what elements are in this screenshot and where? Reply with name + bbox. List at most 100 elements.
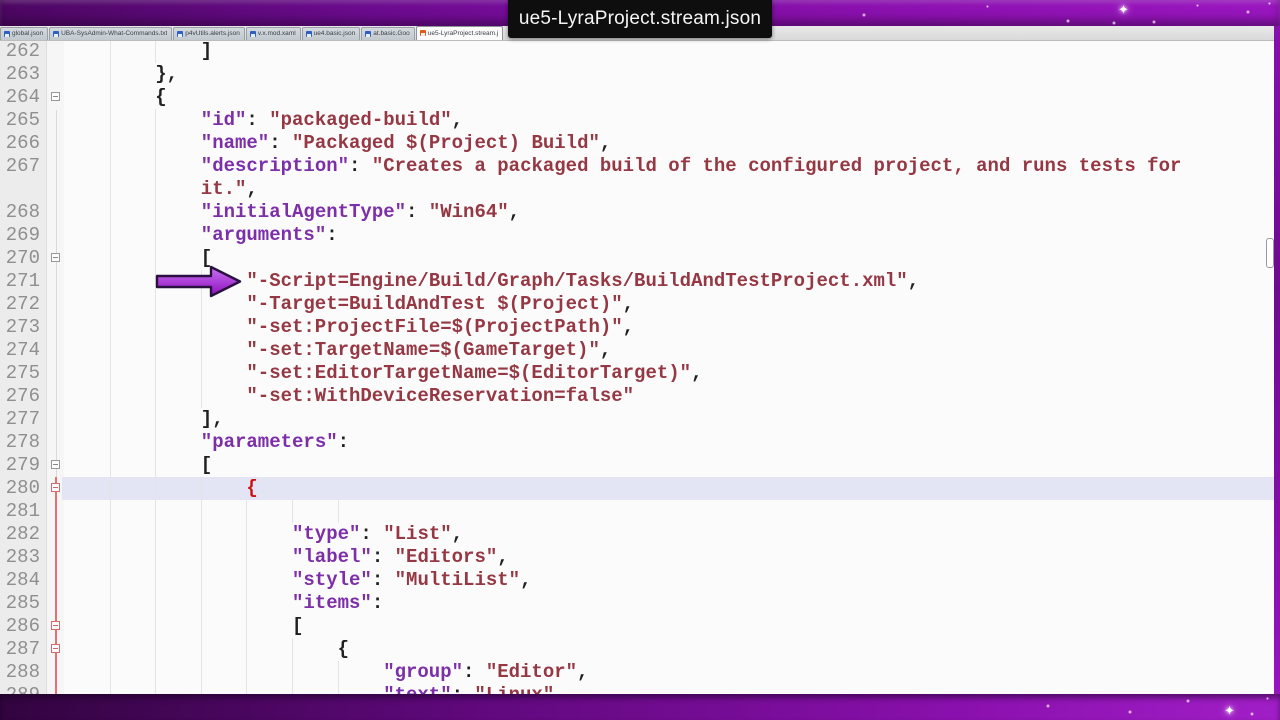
indent-guide bbox=[201, 500, 202, 523]
line-number: 285 bbox=[0, 592, 40, 615]
indent-guide bbox=[201, 661, 202, 684]
tab-5[interactable]: ue4.basic.json bbox=[302, 27, 361, 40]
line-number: 277 bbox=[0, 408, 40, 431]
sparkle-decoration: ✦ bbox=[1224, 704, 1230, 710]
video-title-overlay: ue5-LyraProject.stream.json bbox=[508, 0, 772, 38]
code-text: "-Script=Engine/Build/Graph/Tasks/BuildA… bbox=[246, 270, 919, 293]
code-line-274[interactable]: 274 "-set:TargetName=$(GameTarget)", bbox=[0, 339, 1274, 362]
fold-marker-icon[interactable] bbox=[51, 621, 60, 630]
code-line-269[interactable]: 269"arguments": bbox=[0, 224, 1274, 247]
vertical-scrollbar-thumb[interactable] bbox=[1266, 238, 1274, 268]
code-line-263[interactable]: 263}, bbox=[0, 63, 1274, 86]
line-number: 267 bbox=[0, 155, 40, 178]
sparkle-decoration: ✦ bbox=[1118, 3, 1123, 8]
code-text: "type": "List", bbox=[292, 523, 463, 546]
indent-guide bbox=[201, 638, 202, 661]
indent-guide bbox=[246, 500, 247, 523]
indent-guide bbox=[338, 500, 339, 523]
tab-3[interactable]: p4vUtils.alerts.json bbox=[173, 27, 245, 40]
code-line-282[interactable]: 282"type": "List", bbox=[0, 523, 1274, 546]
line-number: 278 bbox=[0, 431, 40, 454]
indent-guide bbox=[155, 500, 156, 523]
tab-label: UBA-SysAdmin-What-Commands.txt bbox=[61, 30, 167, 37]
saved-file-icon bbox=[250, 31, 256, 37]
indent-guide bbox=[110, 270, 111, 293]
fold-marker-icon[interactable] bbox=[51, 483, 60, 492]
code-line-278[interactable]: 278 "parameters": bbox=[0, 431, 1274, 454]
indent-guide bbox=[155, 132, 156, 155]
indent-guide bbox=[201, 316, 202, 339]
code-line-279[interactable]: 279[ bbox=[0, 454, 1274, 477]
indent-guide bbox=[110, 385, 111, 408]
tab-label: ue4.basic.json bbox=[314, 30, 356, 37]
indent-guide bbox=[110, 178, 111, 201]
indent-guide bbox=[201, 592, 202, 615]
code-line-275[interactable]: 275 "-set:EditorTargetName=$(EditorTarget… bbox=[0, 362, 1274, 385]
sparkle-decoration bbox=[1196, 4, 1199, 7]
fold-marker-icon[interactable] bbox=[51, 460, 60, 469]
indent-guide bbox=[110, 661, 111, 684]
arrow-annotation-icon bbox=[154, 264, 244, 299]
indent-guide bbox=[201, 385, 202, 408]
code-line-283[interactable]: 283"label": "Editors", bbox=[0, 546, 1274, 569]
code-line-284[interactable]: 284"style": "MultiList", bbox=[0, 569, 1274, 592]
indent-guide bbox=[110, 63, 111, 86]
code-line-266[interactable]: 266"name": "Packaged $(Project) Build", bbox=[0, 132, 1274, 155]
indent-guide bbox=[201, 569, 202, 592]
fold-marker-icon[interactable] bbox=[51, 644, 60, 653]
code-line-280[interactable]: 280{ bbox=[0, 477, 1274, 500]
indent-guide bbox=[110, 523, 111, 546]
indent-guide bbox=[110, 546, 111, 569]
bottom-decorative-bar: ✦ bbox=[0, 694, 1280, 720]
tab-4[interactable]: v.x.mod.xaml bbox=[246, 27, 301, 40]
code-editor[interactable]: 262]263},264{265"id": "packaged-build",2… bbox=[0, 40, 1274, 694]
code-line-267[interactable]: 267 "description": "Creates a packaged bu… bbox=[0, 155, 1274, 178]
code-line-265[interactable]: 265"id": "packaged-build", bbox=[0, 109, 1274, 132]
tab-6[interactable]: at.basic.Goo bbox=[361, 27, 415, 40]
code-line-281[interactable]: 281 bbox=[0, 500, 1274, 523]
code-line-277[interactable]: 277], bbox=[0, 408, 1274, 431]
code-text: "parameters": bbox=[201, 431, 349, 454]
line-number: 287 bbox=[0, 638, 40, 661]
code-text: "arguments": bbox=[201, 224, 338, 247]
code-line-286[interactable]: 286[ bbox=[0, 615, 1274, 638]
line-number: 276 bbox=[0, 385, 40, 408]
code-line-271[interactable]: 271 "-Script=Engine/Build/Graph/Tasks/Bui… bbox=[0, 270, 1274, 293]
code-text: "-set:TargetName=$(GameTarget)", bbox=[246, 339, 611, 362]
indent-guide bbox=[155, 316, 156, 339]
code-line-276[interactable]: 276"-set:WithDeviceReservation=false" bbox=[0, 385, 1274, 408]
line-number: 274 bbox=[0, 339, 40, 362]
code-line-wrap[interactable]: it.", bbox=[0, 178, 1274, 201]
tab-7[interactable]: ue5-LyraProject.stream.j bbox=[416, 26, 504, 40]
line-number: 279 bbox=[0, 454, 40, 477]
indent-guide bbox=[155, 638, 156, 661]
tab-1[interactable]: global.json bbox=[0, 27, 48, 40]
code-line-287[interactable]: 287{ bbox=[0, 638, 1274, 661]
code-line-285[interactable]: 285"items": bbox=[0, 592, 1274, 615]
code-line-262[interactable]: 262] bbox=[0, 40, 1274, 63]
tab-label: global.json bbox=[12, 30, 43, 37]
sparkle-decoration bbox=[1266, 697, 1269, 700]
indent-guide bbox=[155, 431, 156, 454]
indent-guide bbox=[155, 546, 156, 569]
code-line-268[interactable]: 268"initialAgentType": "Win64", bbox=[0, 201, 1274, 224]
indent-guide bbox=[110, 201, 111, 224]
code-line-264[interactable]: 264{ bbox=[0, 86, 1274, 109]
fold-marker-icon[interactable] bbox=[51, 92, 60, 101]
code-line-273[interactable]: 273"-set:ProjectFile=$(ProjectPath)", bbox=[0, 316, 1274, 339]
code-text: "description": "Creates a packaged build… bbox=[201, 155, 1182, 178]
sparkle-decoration bbox=[1112, 21, 1116, 25]
line-number: 288 bbox=[0, 661, 40, 684]
indent-guide bbox=[110, 40, 111, 63]
line-number: 275 bbox=[0, 362, 40, 385]
code-line-288[interactable]: 288"group": "Editor", bbox=[0, 661, 1274, 684]
line-number: 271 bbox=[0, 270, 40, 293]
indent-guide bbox=[155, 339, 156, 362]
code-text: "style": "MultiList", bbox=[292, 569, 531, 592]
tab-2[interactable]: UBA-SysAdmin-What-Commands.txt bbox=[49, 27, 172, 40]
code-text: "-set:EditorTargetName=$(EditorTarget)", bbox=[246, 362, 702, 385]
code-text: it.", bbox=[201, 178, 258, 201]
indent-guide bbox=[110, 638, 111, 661]
sparkle-decoration bbox=[862, 13, 866, 17]
fold-marker-icon[interactable] bbox=[51, 253, 60, 262]
